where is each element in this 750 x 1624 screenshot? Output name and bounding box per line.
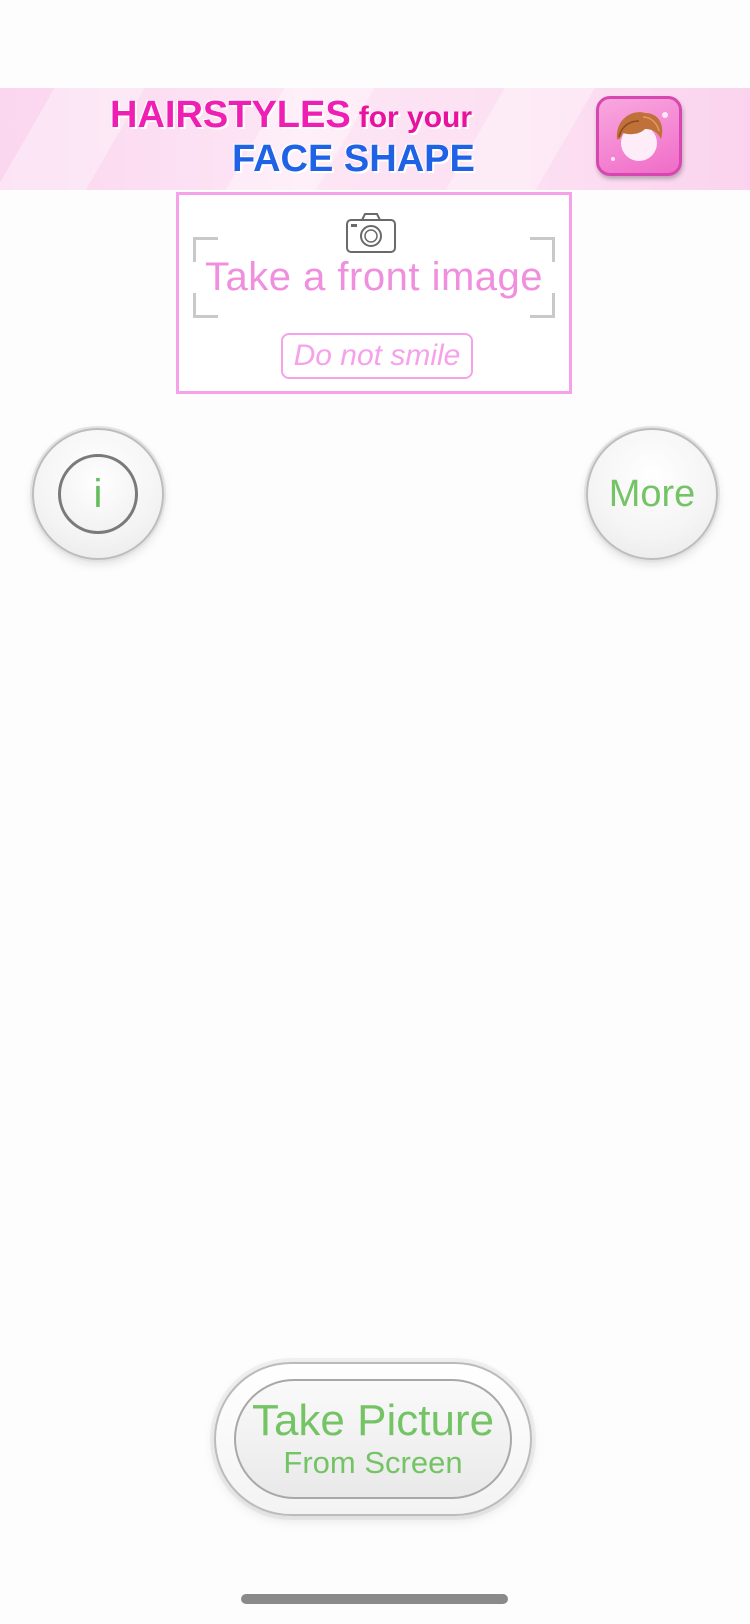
banner-title-line1: HAIRSTYLES for your — [110, 94, 472, 137]
do-not-smile-hint: Do not smile — [281, 333, 473, 379]
info-button[interactable]: i — [32, 428, 164, 560]
app-screen: HAIRSTYLES for your FACE SHAPE Take a fr… — [0, 0, 750, 1624]
from-screen-label: From Screen — [283, 1445, 463, 1480]
ad-banner[interactable]: HAIRSTYLES for your FACE SHAPE — [0, 88, 750, 190]
info-icon: i — [58, 454, 138, 534]
home-indicator[interactable] — [241, 1594, 508, 1604]
front-image-instruction: Take a front image — [204, 255, 544, 299]
take-picture-label: Take Picture — [251, 1396, 495, 1445]
banner-for-your-text: for your — [358, 101, 473, 134]
banner-face-shape-text: FACE SHAPE — [232, 138, 475, 180]
banner-hairstyles-text: HAIRSTYLES — [110, 94, 351, 136]
more-button[interactable]: More — [586, 428, 718, 560]
hair-avatar-icon[interactable] — [596, 96, 682, 176]
camera-icon — [346, 213, 396, 253]
more-button-label: More — [608, 473, 696, 515]
take-picture-button-face: Take Picture From Screen — [234, 1379, 512, 1499]
take-picture-button[interactable]: Take Picture From Screen — [214, 1362, 532, 1516]
capture-guide-box: Take a front image Do not smile — [176, 192, 572, 394]
hair-avatar-graphic — [611, 112, 668, 161]
